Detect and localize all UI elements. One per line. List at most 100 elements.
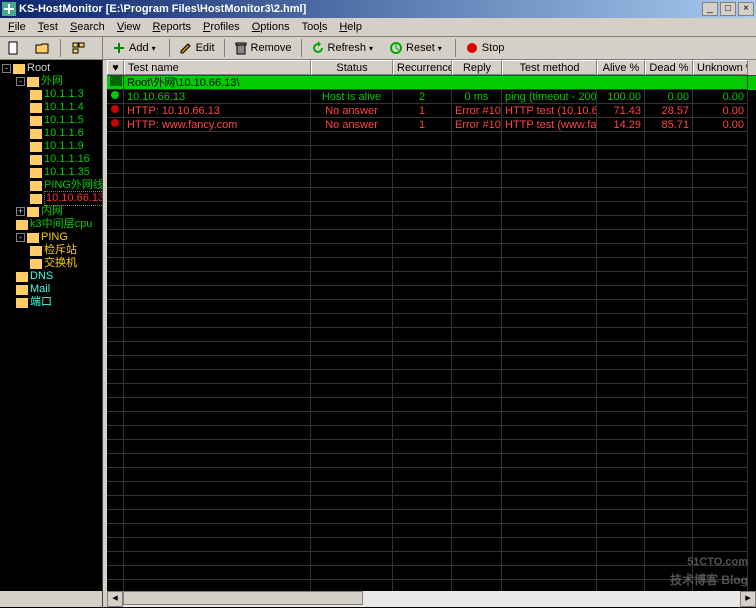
stop-button[interactable]: Stop	[460, 38, 510, 58]
cell-alive: 100.00	[597, 90, 645, 104]
menu-search[interactable]: Search	[64, 19, 111, 35]
collapse-icon[interactable]: -	[16, 233, 25, 242]
cell-dead: 28.57	[645, 104, 693, 118]
cell-name: 10.10.66.13	[124, 90, 311, 104]
reset-button[interactable]: Reset▾	[384, 38, 451, 58]
cell-unk: 0.00	[693, 104, 748, 118]
grid-body[interactable]: Root\外网\10.10.66.13\10.10.66.13Host is a…	[107, 76, 756, 591]
cell-name: HTTP: 10.10.66.13	[124, 104, 311, 118]
col-name[interactable]: Test name	[124, 60, 311, 75]
grid-row-empty	[107, 524, 756, 538]
tree-ip[interactable]: 10.1.1.35	[2, 166, 100, 179]
cell-rec: 1	[393, 104, 452, 118]
title-bar: KS-HostMonitor [E:\Program Files\HostMon…	[0, 0, 756, 18]
cell-name: HTTP: www.fancy.com	[124, 118, 311, 132]
col-alive[interactable]: Alive %	[597, 60, 645, 75]
grid-row-empty	[107, 468, 756, 482]
cell-unk: 0.00	[693, 90, 748, 104]
window-title: KS-HostMonitor [E:\Program Files\HostMon…	[19, 3, 700, 15]
scroll-right-button[interactable]: ▸	[740, 591, 756, 607]
menu-view[interactable]: View	[111, 19, 147, 35]
scroll-right-button[interactable]: ▸	[56, 591, 62, 607]
tree-waiwang[interactable]: -外网	[2, 75, 100, 88]
grid-row[interactable]: HTTP: 10.10.66.13No answer1Error #1005HT…	[107, 104, 756, 118]
tree-pane: -Root -外网 10.1.1.310.1.1.410.1.1.510.1.1…	[0, 60, 103, 607]
menu-test[interactable]: Test	[32, 19, 64, 35]
maximize-button[interactable]: □	[720, 2, 736, 16]
app-icon	[2, 2, 16, 16]
grid-row-empty	[107, 160, 756, 174]
menu-tools[interactable]: Tools	[296, 19, 334, 35]
grid-row-empty	[107, 412, 756, 426]
tree-mail[interactable]: Mail	[2, 283, 100, 296]
cell-reply: 0 ms	[452, 90, 502, 104]
col-unknown[interactable]: Unknown %	[693, 60, 748, 75]
minimize-button[interactable]: _	[702, 2, 718, 16]
tree-ip[interactable]: 10.1.1.9	[2, 140, 100, 153]
row-icon	[107, 76, 124, 90]
menu-file[interactable]: File	[2, 19, 32, 35]
tree-dns[interactable]: DNS	[2, 270, 100, 283]
tree-ip[interactable]: 10.1.1.6	[2, 127, 100, 140]
add-button[interactable]: Add▾	[107, 38, 165, 58]
folders-button[interactable]	[67, 38, 91, 58]
tree-k3[interactable]: k3中间层cpu	[2, 218, 100, 231]
col-icon[interactable]: ♥	[107, 60, 124, 75]
menu-help[interactable]: Help	[333, 19, 368, 35]
new-button[interactable]	[2, 38, 26, 58]
chevron-down-icon: ▾	[369, 44, 377, 53]
scroll-left-button[interactable]: ◂	[107, 591, 123, 607]
refresh-button[interactable]: Refresh▾	[306, 38, 383, 58]
grid-row-empty	[107, 216, 756, 230]
menu-options[interactable]: Options	[246, 19, 296, 35]
tree-ip[interactable]: 10.1.1.5	[2, 114, 100, 127]
cell-dead: 0.00	[645, 90, 693, 104]
tree-port[interactable]: 端口	[2, 296, 100, 309]
grid-row-empty	[107, 496, 756, 510]
cell-status: No answer	[311, 118, 393, 132]
tree-ip[interactable]: 10.1.1.3	[2, 88, 100, 101]
tree-ip[interactable]: 10.1.1.4	[2, 101, 100, 114]
grid-row[interactable]: Root\外网\10.10.66.13\	[107, 76, 756, 90]
grid-row-empty	[107, 314, 756, 328]
tree-root[interactable]: -Root	[2, 62, 100, 75]
tree-ping[interactable]: -PING	[2, 231, 100, 244]
tree-scrollbar[interactable]: ◂ ▸	[0, 591, 102, 607]
grid-row-empty	[107, 286, 756, 300]
grid-row-empty	[107, 384, 756, 398]
grid-row-empty	[107, 244, 756, 258]
cell-reply: Error #1005	[452, 118, 502, 132]
grid-row-empty	[107, 272, 756, 286]
collapse-icon[interactable]: -	[2, 64, 11, 73]
grid-scrollbar[interactable]: ◂ ▸	[107, 591, 756, 607]
col-reply[interactable]: Reply	[452, 60, 502, 75]
col-recurrences[interactable]: Recurrences	[393, 60, 452, 75]
grid-row-empty	[107, 188, 756, 202]
tree-p1[interactable]: 检斥站	[2, 244, 100, 257]
remove-button[interactable]: Remove	[229, 38, 297, 58]
grid-row-empty	[107, 398, 756, 412]
collapse-icon[interactable]: -	[16, 77, 25, 86]
chevron-down-icon: ▾	[152, 44, 160, 53]
tree-ip[interactable]: 10.1.1.16	[2, 153, 100, 166]
tree-neiwang[interactable]: +内网	[2, 205, 100, 218]
grid-row-empty	[107, 566, 756, 580]
col-status[interactable]: Status	[311, 60, 393, 75]
menu-profiles[interactable]: Profiles	[197, 19, 246, 35]
open-button[interactable]	[30, 38, 54, 58]
grid-row[interactable]: 10.10.66.13Host is alive20 msping (timeo…	[107, 90, 756, 104]
expand-icon[interactable]: +	[16, 207, 25, 216]
folder-path: Root\外网\10.10.66.13\	[124, 76, 748, 90]
cell-method: ping (timeout - 2000 ms)	[502, 90, 597, 104]
col-method[interactable]: Test method	[502, 60, 597, 75]
menu-reports[interactable]: Reports	[146, 19, 197, 35]
grid-header: ♥ Test name Status Recurrences Reply Tes…	[107, 60, 756, 76]
grid-row-empty	[107, 538, 756, 552]
tree-p2[interactable]: 交换机	[2, 257, 100, 270]
grid-row[interactable]: HTTP: www.fancy.comNo answer1Error #1005…	[107, 118, 756, 132]
close-button[interactable]: ×	[738, 2, 754, 16]
col-dead[interactable]: Dead %	[645, 60, 693, 75]
edit-button[interactable]: Edit	[174, 38, 220, 58]
grid-row-empty	[107, 356, 756, 370]
tree-selected[interactable]: 10.10.66.13	[2, 192, 100, 205]
